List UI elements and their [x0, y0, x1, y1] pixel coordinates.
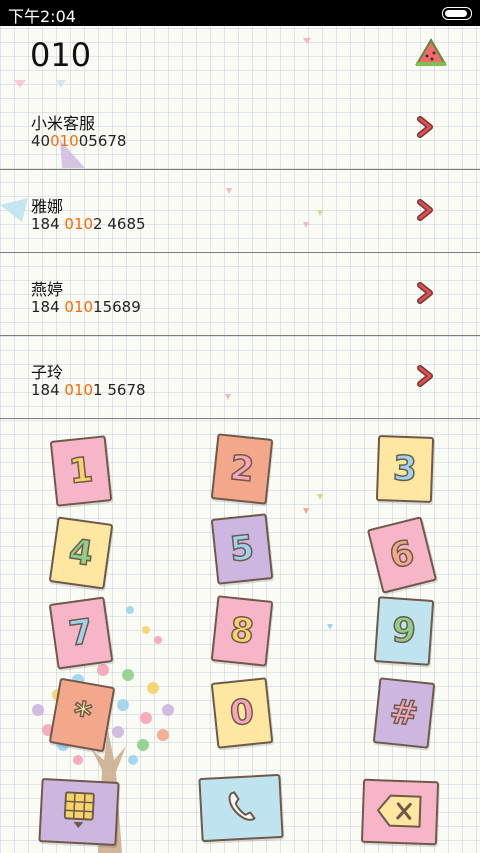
- contact-number: 184 0101 5678: [31, 381, 146, 399]
- contact-row[interactable]: 雅娜 184 0102 4685: [0, 169, 480, 253]
- match-highlight: 010: [64, 215, 94, 233]
- contact-name: 子玲: [31, 363, 64, 382]
- match-highlight: 010: [50, 132, 79, 150]
- watermelon-icon[interactable]: [414, 36, 448, 70]
- dial-key-0[interactable]: 0: [210, 677, 274, 749]
- contact-number: 184 0102 4685: [31, 215, 146, 233]
- contact-number: 4001005678: [31, 132, 127, 150]
- dial-key-5[interactable]: 5: [210, 513, 274, 585]
- dial-key-star[interactable]: *: [48, 677, 116, 753]
- contact-row[interactable]: 子玲 184 0101 5678: [0, 335, 480, 419]
- dial-key-2[interactable]: 2: [210, 433, 274, 505]
- contact-number: 184 01015689: [31, 298, 141, 316]
- contact-name: 雅娜: [31, 197, 64, 216]
- phone-handset-icon: [228, 791, 256, 821]
- dial-key-3[interactable]: 3: [375, 435, 435, 503]
- match-highlight: 010: [64, 298, 94, 316]
- contact-name: 小米客服: [31, 114, 96, 133]
- dial-key-4[interactable]: 4: [48, 516, 114, 590]
- chevron-right-icon[interactable]: [416, 116, 434, 138]
- dialpad-toggle-button[interactable]: [38, 778, 120, 846]
- dial-key-7[interactable]: 7: [48, 596, 114, 670]
- backspace-x-icon: [377, 794, 422, 828]
- dial-key-8[interactable]: 8: [210, 595, 274, 667]
- contact-name: 燕婷: [31, 280, 64, 299]
- dial-key-9[interactable]: 9: [373, 596, 435, 666]
- keypad-grid-icon: [63, 791, 95, 828]
- call-button[interactable]: [198, 773, 284, 843]
- dial-key-hash[interactable]: #: [372, 677, 436, 749]
- contact-row[interactable]: 小米客服 4001005678: [0, 86, 480, 170]
- chevron-right-icon[interactable]: [416, 199, 434, 221]
- chevron-right-icon[interactable]: [416, 282, 434, 304]
- search-query[interactable]: 010: [30, 36, 91, 74]
- chevron-right-icon[interactable]: [416, 365, 434, 387]
- backspace-button[interactable]: [360, 778, 440, 846]
- match-highlight: 010: [64, 381, 94, 399]
- dial-key-1[interactable]: 1: [49, 435, 113, 507]
- contact-row[interactable]: 燕婷 184 01015689: [0, 252, 480, 336]
